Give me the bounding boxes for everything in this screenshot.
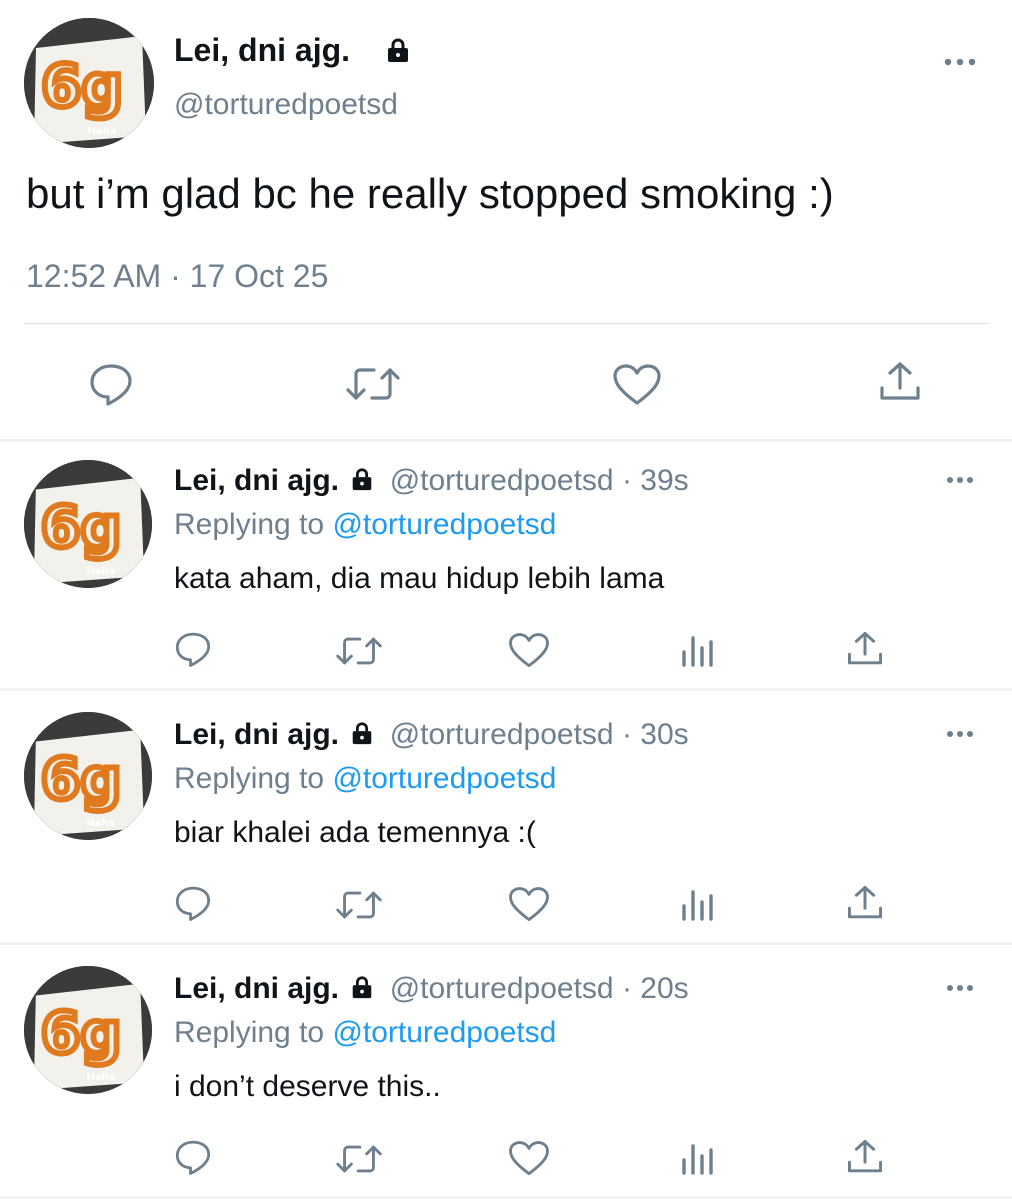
tweet-text: i don’t deserve this.. <box>174 1070 441 1103</box>
reply-header: Lei, dni ajg. @torturedpoetsd · 39s <box>174 464 689 500</box>
replying-to: Replying to @torturedpoetsd <box>174 1016 557 1049</box>
share-icon[interactable] <box>878 360 922 404</box>
svg-text:6g: 6g <box>41 495 122 561</box>
handle[interactable]: @torturedpoetsd <box>390 718 614 751</box>
more-icon[interactable] <box>946 476 974 484</box>
divider <box>0 439 1012 442</box>
share-icon[interactable] <box>846 1138 884 1176</box>
reply-header: Lei, dni ajg. @torturedpoetsd · 30s <box>174 718 689 754</box>
time-ago[interactable]: · 39s <box>622 464 689 497</box>
avatar[interactable]: 6g Haha <box>24 966 152 1094</box>
avatar[interactable]: 6g Haha <box>24 712 152 840</box>
divider <box>24 323 988 324</box>
timestamp[interactable]: 12:52 AM · 17 Oct 25 <box>26 258 328 295</box>
replying-to: Replying to @torturedpoetsd <box>174 762 557 795</box>
display-name[interactable]: Lei, dni ajg. <box>174 718 339 751</box>
svg-text:6g: 6g <box>41 52 123 120</box>
analytics-icon[interactable] <box>680 632 716 668</box>
reply-icon[interactable] <box>174 1138 212 1176</box>
like-icon[interactable] <box>508 1140 550 1177</box>
tweet-text: but i’m glad bc he really stopped smokin… <box>26 170 834 217</box>
like-icon[interactable] <box>508 632 550 669</box>
time-ago[interactable]: · 30s <box>622 718 689 751</box>
svg-text:6g: 6g <box>41 1001 122 1067</box>
svg-text:Haha: Haha <box>87 1072 116 1083</box>
more-icon[interactable] <box>946 984 974 992</box>
share-icon[interactable] <box>846 884 884 922</box>
like-icon[interactable] <box>508 886 550 923</box>
divider <box>0 1196 1012 1199</box>
analytics-icon[interactable] <box>680 1140 716 1176</box>
reply-icon[interactable] <box>174 884 212 922</box>
divider <box>0 688 1012 691</box>
retweet-icon[interactable] <box>334 634 384 668</box>
lock-icon <box>384 36 412 64</box>
handle[interactable]: @torturedpoetsd <box>390 464 614 497</box>
mention-link[interactable]: @torturedpoetsd <box>332 508 556 541</box>
display-name[interactable]: Lei, dni ajg. <box>174 464 339 497</box>
handle[interactable]: @torturedpoetsd <box>390 972 614 1005</box>
reply-header: Lei, dni ajg. @torturedpoetsd · 20s <box>174 972 689 1008</box>
svg-text:Haha: Haha <box>87 818 116 829</box>
tweet-text: kata aham, dia mau hidup lebih lama <box>174 562 665 595</box>
mention-link[interactable]: @torturedpoetsd <box>332 1016 556 1049</box>
lock-icon <box>349 720 375 754</box>
replying-to: Replying to @torturedpoetsd <box>174 508 557 541</box>
display-name[interactable]: Lei, dni ajg. <box>174 972 339 1005</box>
retweet-icon[interactable] <box>334 1142 384 1176</box>
reply-icon[interactable] <box>88 361 134 407</box>
more-icon[interactable] <box>946 730 974 738</box>
svg-text:Haha: Haha <box>88 126 117 137</box>
retweet-icon[interactable] <box>344 364 402 404</box>
mention-link[interactable]: @torturedpoetsd <box>332 762 556 795</box>
share-icon[interactable] <box>846 630 884 668</box>
avatar[interactable]: 6g Haha <box>24 460 152 588</box>
retweet-icon[interactable] <box>334 888 384 922</box>
lock-icon <box>349 466 375 500</box>
svg-text:Haha: Haha <box>87 566 116 577</box>
lock-icon <box>349 974 375 1008</box>
avatar[interactable]: 6g Haha <box>24 18 154 148</box>
svg-text:6g: 6g <box>41 747 122 813</box>
more-icon[interactable] <box>944 58 976 66</box>
handle[interactable]: @torturedpoetsd <box>174 88 398 122</box>
time-ago[interactable]: · 20s <box>622 972 689 1005</box>
like-icon[interactable] <box>612 363 662 407</box>
tweet-text: biar khalei ada temennya :( <box>174 816 536 849</box>
display-name[interactable]: Lei, dni ajg. <box>174 32 350 69</box>
analytics-icon[interactable] <box>680 886 716 922</box>
reply-icon[interactable] <box>174 630 212 668</box>
divider <box>0 942 1012 945</box>
